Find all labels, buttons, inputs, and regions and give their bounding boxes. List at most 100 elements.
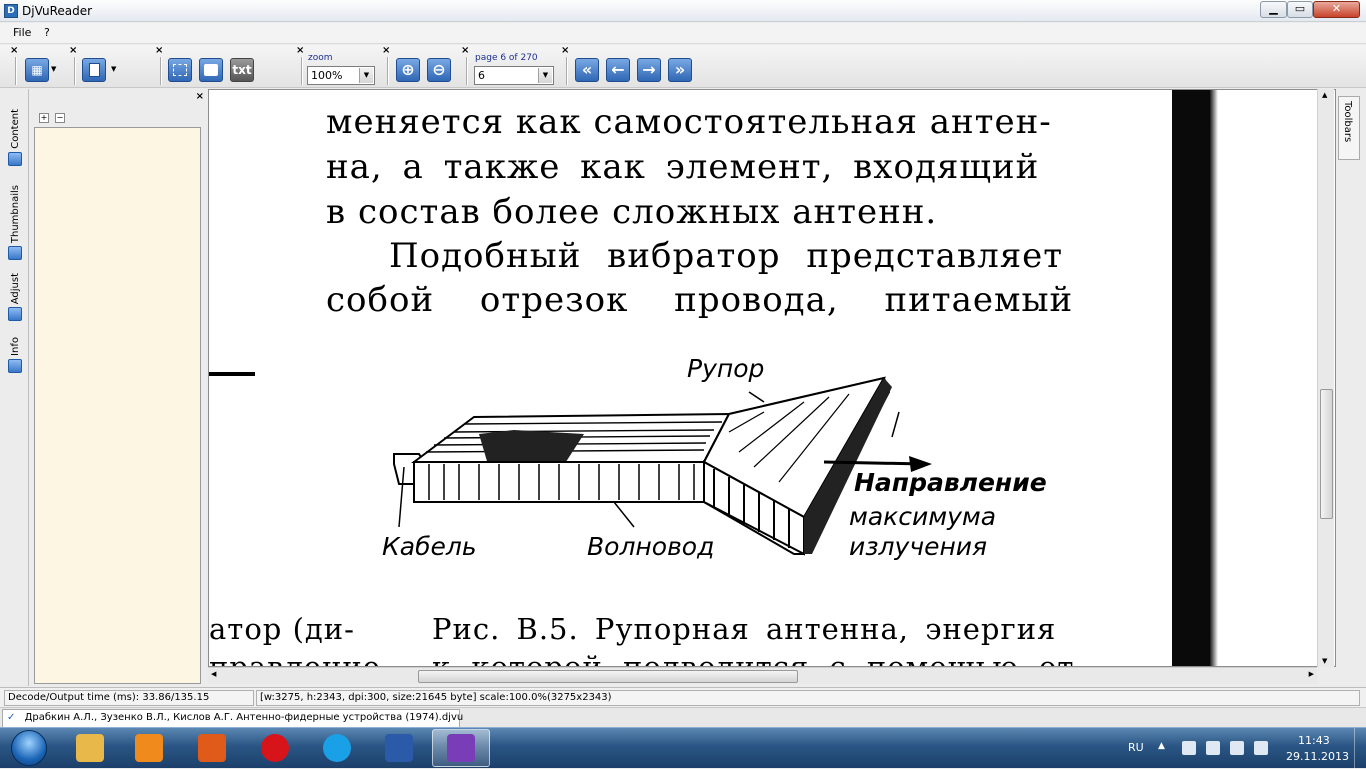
toolbar-close-icon[interactable]: × — [10, 45, 18, 56]
tab-thumbnails[interactable]: Thumbnails — [5, 185, 25, 261]
action-center-icon[interactable] — [1182, 741, 1196, 755]
taskbar-skype[interactable] — [308, 729, 366, 767]
vertical-scrollbar[interactable]: ▲ ▼ — [1317, 89, 1334, 667]
chevron-down-icon[interactable]: ▼ — [51, 65, 56, 73]
toolbar-close-icon[interactable]: × — [461, 45, 469, 56]
taskbar-opera[interactable] — [246, 729, 304, 767]
scroll-up-icon[interactable]: ▲ — [1322, 91, 1327, 99]
scroll-right-icon[interactable]: ▶ — [1309, 670, 1314, 678]
arrow-right-icon: → — [642, 60, 656, 79]
page-text-line: собой отрезок провода, питаемый — [326, 280, 1074, 320]
toolbars-side-tab[interactable]: Toolbars — [1338, 96, 1360, 160]
first-page-button[interactable]: « — [575, 58, 599, 82]
title-bar: D DjVuReader ▁ ▭ ✕ — [0, 0, 1366, 22]
menu-file[interactable]: File — [13, 26, 31, 39]
decode-time-status: Decode/Output time (ms): 33.86/135.15 — [4, 690, 254, 706]
system-tray: RU ▲ 11:43 29.11.2013 — [1120, 728, 1366, 769]
toolbar-close-icon[interactable]: × — [155, 45, 163, 56]
page-text-line: Подобный вибратор представляет — [389, 236, 1064, 276]
taskbar-word[interactable] — [370, 729, 428, 767]
panel-close-icon[interactable]: × — [196, 91, 204, 102]
toolbar-separator — [466, 57, 468, 85]
toolbar-separator — [387, 57, 389, 85]
document-tab-bar: ✓ Драбкин А.Л., Зузенко В.Л., Кислов А.Г… — [0, 707, 1366, 727]
show-desktop-button[interactable] — [1354, 728, 1366, 769]
zoom-out-button[interactable]: ⊖ — [427, 58, 451, 82]
taskbar-explorer[interactable] — [61, 729, 119, 767]
scroll-left-icon[interactable]: ◀ — [211, 670, 216, 678]
content-tree[interactable] — [34, 127, 201, 684]
document-viewer[interactable]: меняется как самостоятельная антен- на, … — [208, 89, 1336, 667]
taskbar: RU ▲ 11:43 29.11.2013 — [0, 727, 1366, 769]
language-indicator[interactable]: RU — [1128, 741, 1144, 754]
toolbar-close-icon[interactable]: × — [561, 45, 569, 56]
collapse-all-icon[interactable]: − — [55, 113, 65, 123]
toolbars-tab-label: Toolbars — [1342, 101, 1353, 143]
toolbar-separator — [160, 57, 162, 85]
tab-content-label: Content — [9, 109, 21, 149]
start-button[interactable] — [4, 728, 54, 768]
expand-all-icon[interactable]: + — [39, 113, 49, 123]
prev-page-button[interactable]: ← — [606, 58, 630, 82]
horizontal-scrollbar[interactable]: ◀ ▶ — [208, 667, 1317, 684]
clock-time[interactable]: 11:43 — [1298, 734, 1330, 747]
zoom-in-button[interactable]: ⊕ — [396, 58, 420, 82]
wrench-icon — [8, 307, 22, 322]
toolbar-separator — [15, 57, 17, 85]
media-player-icon — [135, 734, 163, 762]
layout-mode-button[interactable]: ▦ — [25, 58, 49, 82]
tab-content[interactable]: Content — [5, 109, 25, 166]
select-region-button[interactable] — [168, 58, 192, 82]
taskbar-paint[interactable] — [183, 729, 241, 767]
document-tab[interactable]: ✓ Драбкин А.Л., Зузенко В.Л., Кислов А.Г… — [2, 709, 463, 727]
menu-help[interactable]: ? — [44, 26, 50, 39]
toolbar: × ▦ ▼ × ▼ × txt × zoom 100% ▼ × ⊕ ⊖ × pag… — [0, 45, 1366, 88]
horizontal-scroll-thumb[interactable] — [418, 670, 798, 683]
tab-adjust-label: Adjust — [9, 273, 21, 305]
scroll-down-icon[interactable]: ▼ — [1322, 657, 1327, 665]
page-mode-button[interactable] — [82, 58, 106, 82]
close-button[interactable]: ✕ — [1313, 1, 1360, 18]
toolbar-close-icon[interactable]: × — [69, 45, 77, 56]
first-page-icon: « — [581, 60, 593, 79]
thumbnails-icon — [8, 246, 22, 261]
opera-icon — [261, 734, 289, 762]
arrow-left-icon: ← — [611, 60, 625, 79]
taskbar-djvureader[interactable] — [432, 729, 490, 767]
minimize-button[interactable]: ▁ — [1260, 1, 1287, 18]
txt-label: txt — [232, 63, 252, 77]
chevron-down-icon[interactable]: ▼ — [111, 65, 116, 73]
checkmark-icon: ✓ — [7, 712, 16, 723]
tab-info[interactable]: Info — [5, 337, 25, 373]
toolbar-close-icon[interactable]: × — [382, 45, 390, 56]
chevron-down-icon[interactable]: ▼ — [538, 68, 552, 83]
toolbar-separator — [74, 57, 76, 85]
device-icon[interactable] — [1206, 741, 1220, 755]
page-icon — [88, 63, 100, 77]
status-bar: Decode/Output time (ms): 33.86/135.15 [w… — [0, 687, 1366, 707]
page-info-status: [w:3275, h:2343, dpi:300, size:21645 byt… — [256, 690, 1360, 706]
text-mode-button[interactable]: txt — [230, 58, 254, 82]
last-page-button[interactable]: » — [668, 58, 692, 82]
page-select[interactable]: 6 ▼ — [474, 66, 554, 85]
zoom-label: zoom — [308, 53, 333, 63]
chevron-down-icon[interactable]: ▼ — [359, 68, 373, 83]
show-hidden-icons-icon[interactable]: ▲ — [1158, 741, 1165, 751]
tab-adjust[interactable]: Adjust — [5, 273, 25, 322]
maximize-button[interactable]: ▭ — [1287, 1, 1313, 18]
toolbar-close-icon[interactable]: × — [296, 45, 304, 56]
page-edge-shadow — [1210, 90, 1218, 666]
document-tab-title: Драбкин А.Л., Зузенко В.Л., Кислов А.Г. … — [24, 712, 464, 723]
taskbar-media-player[interactable] — [120, 729, 178, 767]
clock-date[interactable]: 29.11.2013 — [1286, 750, 1349, 763]
vertical-scroll-thumb[interactable] — [1320, 389, 1333, 519]
image-mode-button[interactable] — [199, 58, 223, 82]
zoom-select[interactable]: 100% ▼ — [307, 66, 375, 85]
volume-icon[interactable] — [1230, 741, 1244, 755]
label-cable: Кабель — [382, 532, 477, 561]
network-icon[interactable] — [1254, 741, 1268, 755]
tab-thumbnails-label: Thumbnails — [9, 185, 21, 244]
menu-bar: File ? — [0, 23, 1366, 44]
left-rule — [209, 372, 255, 376]
next-page-button[interactable]: → — [637, 58, 661, 82]
